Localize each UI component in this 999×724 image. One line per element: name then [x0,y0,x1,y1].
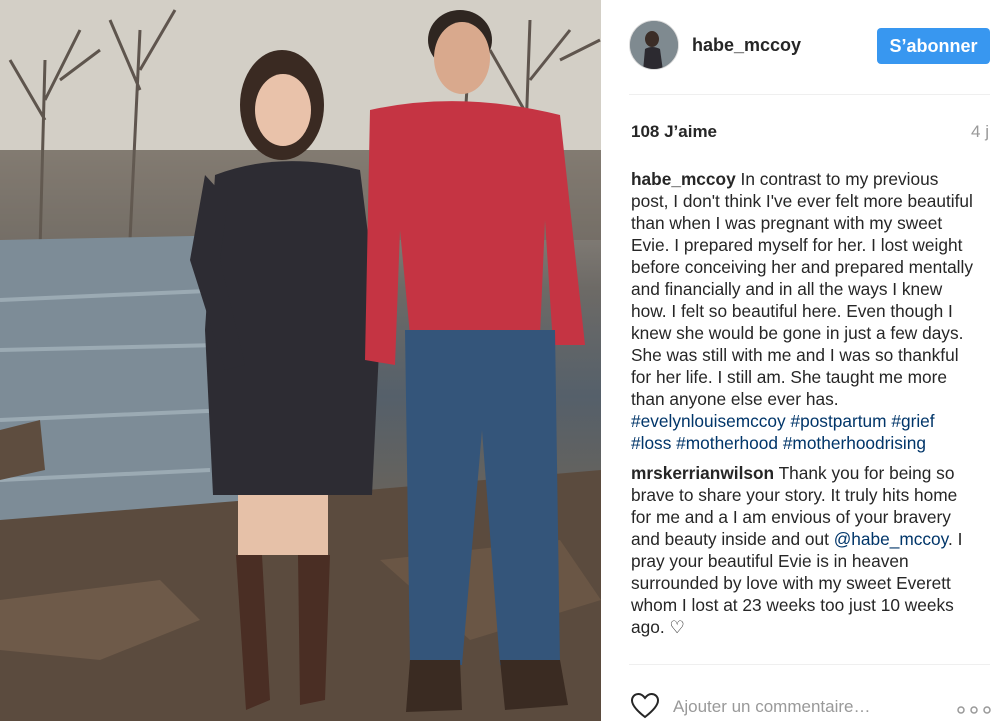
mention-link[interactable]: @habe_mccoy [834,529,948,549]
post-photo[interactable] [0,0,601,721]
comment-username[interactable]: mrskerrianwilson [631,463,774,483]
add-comment-input[interactable] [673,695,933,719]
caption-text: In contrast to my previous post, I don't… [631,169,973,409]
heart-icon[interactable] [630,692,660,724]
hashtag-link[interactable]: #postpartum [790,411,886,431]
follow-button[interactable]: S’abonner [877,28,990,64]
post-header: habe_mccoy S’abonner [601,0,999,94]
post-side-panel: habe_mccoy S’abonner 108 J’aime 4 j habe… [601,0,999,721]
hashtag-link[interactable]: #loss [631,433,671,453]
comment-item: mrskerrianwilson Thank you for being so … [631,462,976,638]
avatar[interactable] [629,20,679,70]
avatar-image [630,21,678,69]
divider [629,94,990,95]
comment-list: habe_mccoy In contrast to my previous po… [631,168,976,646]
hashtag-link[interactable]: #motherhoodrising [783,433,926,453]
header-username[interactable]: habe_mccoy [692,35,801,56]
caption: habe_mccoy In contrast to my previous po… [631,168,976,454]
hashtag-link[interactable]: #evelynlouisemccoy [631,411,786,431]
photo-illustration [0,0,601,721]
like-count[interactable]: 108 J’aime [631,122,717,142]
more-options-icon[interactable] [957,701,991,719]
post-age[interactable]: 4 j [971,122,989,142]
caption-username[interactable]: habe_mccoy [631,169,736,189]
hashtag-link[interactable]: #motherhood [676,433,778,453]
hashtag-link[interactable]: #grief [891,411,934,431]
add-comment-row [601,664,999,721]
